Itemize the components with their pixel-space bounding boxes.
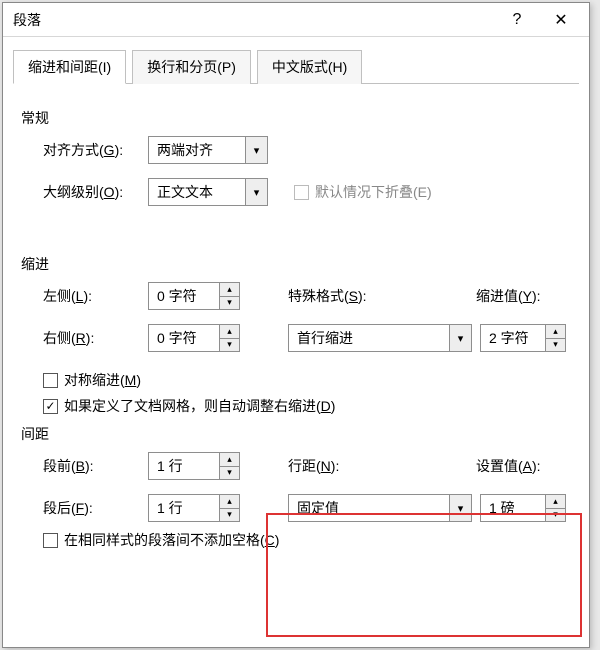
spinner-up-icon[interactable]: ▴ [220,495,239,509]
spinner-up-icon[interactable]: ▴ [546,495,565,509]
outline-combo[interactable]: 正文文本 ▾ [148,178,268,206]
spinner-up-icon[interactable]: ▴ [546,325,565,339]
titlebar: 段落 ? ✕ [3,3,589,37]
right-indent-label: 右侧(R): [43,328,148,348]
spinner-up-icon[interactable]: ▴ [220,453,239,467]
at-label: 设置值(A): [476,456,541,476]
spinner-up-icon[interactable]: ▴ [220,283,239,297]
spinner-down-icon[interactable]: ▾ [546,339,565,352]
right-indent-spinner[interactable]: 0 字符 ▴▾ [148,324,240,352]
tab-indent-spacing[interactable]: 缩进和间距(I) [13,50,126,84]
after-spinner[interactable]: 1 行 ▴▾ [148,494,240,522]
close-button[interactable]: ✕ [539,6,583,34]
special-label: 特殊格式(S): [288,286,412,306]
by-spinner[interactable]: 2 字符 ▴▾ [480,324,566,352]
spinner-down-icon[interactable]: ▾ [220,509,239,522]
chevron-down-icon[interactable]: ▾ [245,137,267,163]
special-combo[interactable]: 首行缩进 ▾ [288,324,472,352]
tab-line-breaks[interactable]: 换行和分页(P) [132,50,251,84]
paragraph-dialog: 段落 ? ✕ 缩进和间距(I) 换行和分页(P) 中文版式(H) 常规 对齐方式… [2,2,590,648]
grid-adjust-label: 如果定义了文档网格，则自动调整右缩进(D) [64,396,335,416]
tab-strip: 缩进和间距(I) 换行和分页(P) 中文版式(H) [13,49,579,84]
before-spinner[interactable]: 1 行 ▴▾ [148,452,240,480]
section-general: 常规 [21,108,569,128]
at-spinner[interactable]: 1 磅 ▴▾ [480,494,566,522]
chevron-down-icon[interactable]: ▾ [449,495,471,521]
spinner-down-icon[interactable]: ▾ [220,339,239,352]
help-button[interactable]: ? [495,6,539,34]
left-indent-spinner[interactable]: 0 字符 ▴▾ [148,282,240,310]
section-spacing: 间距 [21,424,569,444]
chevron-down-icon[interactable]: ▾ [245,179,267,205]
chevron-down-icon[interactable]: ▾ [449,325,471,351]
no-space-checkbox[interactable]: 在相同样式的段落间不添加空格(C) [43,530,279,550]
checkbox-box-icon [43,533,58,548]
no-space-label: 在相同样式的段落间不添加空格(C) [64,530,279,550]
outline-label: 大纲级别(O): [43,182,148,202]
checkbox-box-icon [294,185,309,200]
line-spacing-combo[interactable]: 固定值 ▾ [288,494,472,522]
checkbox-box-icon [43,399,58,414]
spinner-down-icon[interactable]: ▾ [220,467,239,480]
tab-cjk[interactable]: 中文版式(H) [257,50,362,84]
left-indent-label: 左侧(L): [43,286,148,306]
after-label: 段后(F): [43,498,148,518]
spinner-down-icon[interactable]: ▾ [220,297,239,310]
spinner-up-icon[interactable]: ▴ [220,325,239,339]
grid-adjust-checkbox[interactable]: 如果定义了文档网格，则自动调整右缩进(D) [43,396,335,416]
line-spacing-label: 行距(N): [288,456,412,476]
mirror-indent-label: 对称缩进(M) [64,370,141,390]
align-label: 对齐方式(G): [43,140,148,160]
mirror-indent-checkbox[interactable]: 对称缩进(M) [43,370,141,390]
section-indent: 缩进 [21,254,569,274]
before-label: 段前(B): [43,456,148,476]
by-label: 缩进值(Y): [476,286,541,306]
align-combo[interactable]: 两端对齐 ▾ [148,136,268,164]
collapse-checkbox: 默认情况下折叠(E) [294,182,432,202]
dialog-title: 段落 [13,10,495,30]
spinner-down-icon[interactable]: ▾ [546,509,565,522]
checkbox-box-icon [43,373,58,388]
